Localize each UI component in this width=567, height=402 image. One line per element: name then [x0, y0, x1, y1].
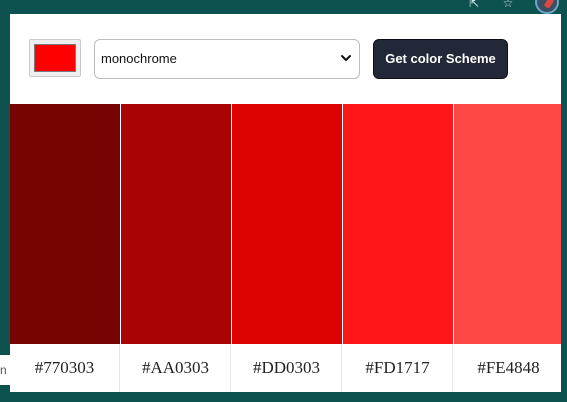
palette-column: #DD0303	[232, 104, 342, 392]
hex-label[interactable]: #AA0303	[121, 344, 231, 392]
profile-avatar-icon[interactable]	[535, 0, 559, 14]
star-icon[interactable]: ☆	[501, 0, 515, 10]
chevron-down-icon	[341, 55, 351, 61]
scheme-mode-value: monochrome	[101, 51, 177, 66]
palette-column: #770303	[10, 104, 120, 392]
controls-bar: monochrome Get color Scheme	[10, 14, 561, 104]
color-scheme-popup: monochrome Get color Scheme #770303 #AA0…	[10, 14, 561, 392]
color-block[interactable]	[454, 104, 561, 344]
color-block[interactable]	[232, 104, 342, 344]
palette-column: #AA0303	[121, 104, 231, 392]
hex-label[interactable]: #FE4848	[454, 344, 561, 392]
palette-column: #FD1717	[343, 104, 453, 392]
browser-toolbar: ⇱ ☆	[0, 0, 567, 14]
hex-label[interactable]: #DD0303	[232, 344, 342, 392]
scheme-mode-select[interactable]: monochrome	[94, 39, 360, 79]
color-block[interactable]	[121, 104, 231, 344]
color-palette: #770303 #AA0303 #DD0303 #FD1717 #FE4848	[10, 104, 561, 392]
background-page-fragment: n	[0, 355, 10, 385]
color-block[interactable]	[10, 104, 120, 344]
get-color-scheme-button[interactable]: Get color Scheme	[373, 39, 508, 79]
hex-label[interactable]: #770303	[10, 344, 120, 392]
palette-column: #FE4848	[454, 104, 561, 392]
hex-label[interactable]: #FD1717	[343, 344, 453, 392]
color-block[interactable]	[343, 104, 453, 344]
background-page-text: n	[0, 363, 7, 377]
seed-color-picker[interactable]	[29, 39, 81, 77]
share-icon[interactable]: ⇱	[467, 0, 481, 10]
seed-color-swatch	[34, 44, 76, 72]
